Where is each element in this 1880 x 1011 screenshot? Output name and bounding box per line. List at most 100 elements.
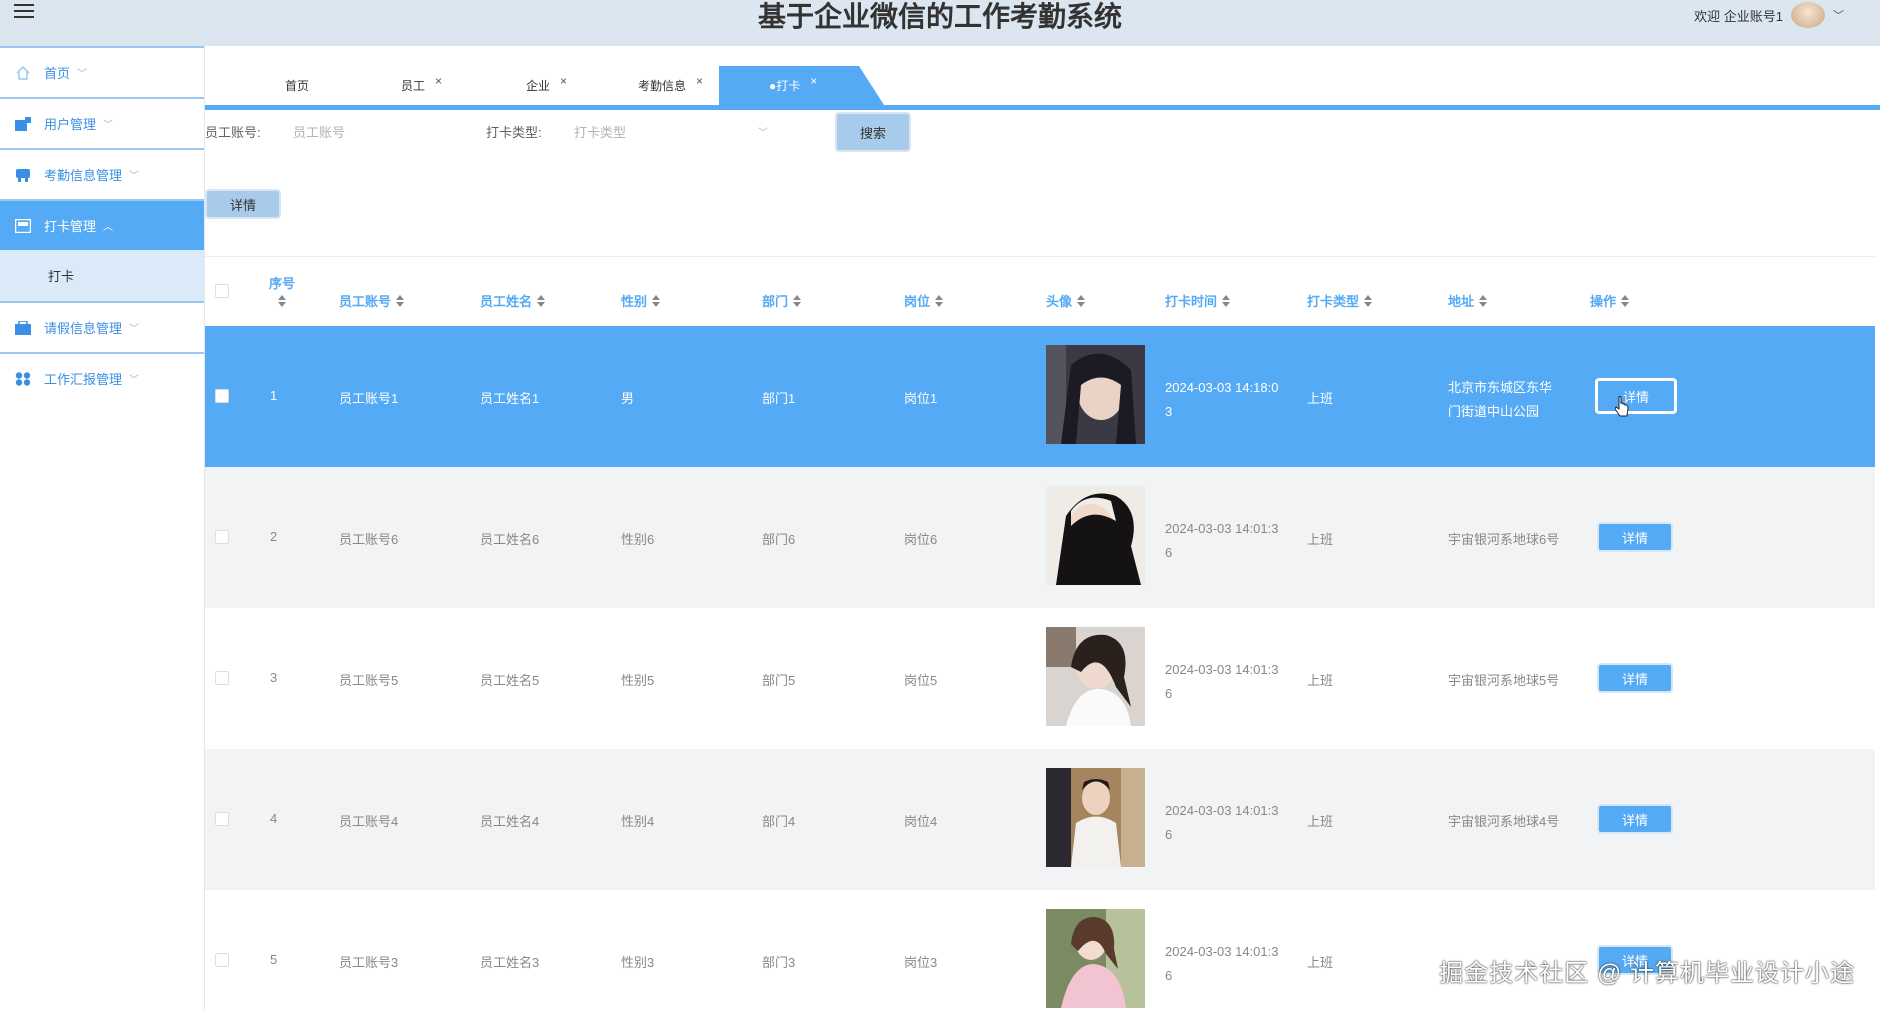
cell-seq: 5 <box>270 952 278 967</box>
watermark: 掘金技术社区 @ 计算机毕业设计小途 <box>1439 960 1855 987</box>
sidebar-item-home[interactable]: 首页 ﹀ <box>0 46 204 97</box>
column-header-action[interactable]: 操作 <box>1590 291 1630 310</box>
sort-icon[interactable] <box>1077 294 1086 307</box>
cell-account: 员工账号6 <box>339 532 399 547</box>
column-header-gender[interactable]: 性别 <box>621 291 661 310</box>
tab-label: 企业 <box>526 79 551 93</box>
cell-address: 北京市东城区东华 门街道中山公园 <box>1448 380 1553 419</box>
leave-icon <box>15 320 31 335</box>
column-header-photo[interactable]: 头像 <box>1046 291 1086 310</box>
tab-attendance-info[interactable]: 考勤信息 × <box>638 66 703 105</box>
cell-name: 员工姓名6 <box>480 532 540 547</box>
sort-icon[interactable] <box>396 294 405 307</box>
row-checkbox[interactable] <box>215 812 229 826</box>
search-bar: 员工账号: 打卡类型: ﹀ 搜索 <box>205 112 1880 152</box>
type-label: 打卡类型: <box>486 125 542 140</box>
close-icon[interactable]: × <box>696 74 703 88</box>
tab-bar: 首页 员工 × 企业 × 考勤信息 × ●打卡 × <box>205 46 1880 110</box>
row-detail-button[interactable]: 详情 <box>1597 663 1673 693</box>
row-detail-button[interactable]: 详情 <box>1595 378 1677 414</box>
tab-employee[interactable]: 员工 × <box>401 66 442 105</box>
table-row[interactable]: 2 员工账号6 员工姓名6 性别6 部门6 岗位6 2024-03-03 14:… <box>205 467 1875 608</box>
cell-post: 岗位6 <box>904 532 938 547</box>
search-button[interactable]: 搜索 <box>835 112 911 152</box>
sort-icon[interactable] <box>1479 294 1488 307</box>
column-header-seq[interactable]: 序号 <box>269 273 295 307</box>
cell-dept: 部门5 <box>762 673 796 688</box>
close-icon[interactable]: × <box>810 74 817 88</box>
column-header-account[interactable]: 员工账号 <box>339 291 405 310</box>
column-header-time[interactable]: 打卡时间 <box>1165 291 1231 310</box>
cell-name: 员工姓名1 <box>480 391 540 406</box>
sort-icon[interactable] <box>1621 294 1630 307</box>
sort-icon[interactable] <box>793 294 802 307</box>
sidebar-subitem-clock-in[interactable]: 打卡 <box>0 250 204 301</box>
sidebar-item-clock-in-manage[interactable]: 打卡管理 ︿ <box>0 199 204 250</box>
sort-icon[interactable] <box>537 294 546 307</box>
tab-clock-in[interactable]: ●打卡 × <box>719 66 884 105</box>
column-header-address[interactable]: 地址 <box>1448 291 1488 310</box>
sidebar-item-attendance[interactable]: 考勤信息管理 ﹀ <box>0 148 204 199</box>
sidebar-item-label: 请假信息管理 <box>44 321 123 336</box>
cell-seq: 2 <box>270 529 278 544</box>
clock-in-table: 序号 员工账号 员工姓名 性别 部门 岗位 头像 打卡时间 打卡类型 地址 操作… <box>205 256 1875 1011</box>
cell-account: 员工账号3 <box>339 955 399 970</box>
cell-post: 岗位1 <box>904 391 938 406</box>
column-label: 地址 <box>1448 294 1475 309</box>
row-detail-button[interactable]: 详情 <box>1597 804 1673 834</box>
row-checkbox[interactable] <box>215 389 229 403</box>
chevron-down-icon: ﹀ <box>129 171 140 182</box>
report-icon <box>15 371 31 386</box>
cell-account: 员工账号4 <box>339 814 399 829</box>
row-checkbox[interactable] <box>215 671 229 685</box>
tab-company[interactable]: 企业 × <box>526 66 567 105</box>
close-icon[interactable]: × <box>435 74 442 88</box>
tab-label: ●打卡 <box>769 79 801 93</box>
sort-icon[interactable] <box>1364 294 1373 307</box>
chevron-down-icon[interactable]: ﹀ <box>758 124 768 139</box>
chevron-down-icon: ﹀ <box>129 375 140 386</box>
sidebar-item-leave[interactable]: 请假信息管理 ﹀ <box>0 301 204 352</box>
column-header-dept[interactable]: 部门 <box>762 291 802 310</box>
table-row[interactable]: 4 员工账号4 员工姓名4 性别4 部门4 岗位4 2024-03-03 14:… <box>205 749 1875 890</box>
tab-label: 首页 <box>285 79 310 93</box>
row-checkbox[interactable] <box>215 530 229 544</box>
sort-icon[interactable] <box>935 294 944 307</box>
sidebar-item-label: 用户管理 <box>44 117 97 132</box>
sort-icon[interactable] <box>652 294 661 307</box>
row-checkbox[interactable] <box>215 953 229 967</box>
sidebar: 首页 ﹀ 用户管理 ﹀ 考勤信息管理 ﹀ 打卡管理 ︿ 打卡 请假信息管理 ﹀ … <box>0 46 205 1011</box>
sidebar-item-label: 首页 <box>44 66 71 81</box>
row-detail-button[interactable]: 详情 <box>1597 522 1673 552</box>
sidebar-item-user-manage[interactable]: 用户管理 ﹀ <box>0 97 204 148</box>
table-row[interactable]: 3 员工账号5 员工姓名5 性别5 部门5 岗位5 2024-03-03 14:… <box>205 608 1875 749</box>
sort-icon[interactable] <box>1222 294 1231 307</box>
cell-type: 上班 <box>1307 673 1334 688</box>
cell-name: 员工姓名3 <box>480 955 540 970</box>
user-menu[interactable]: 欢迎 企业账号1 ﹀ <box>1694 2 1844 28</box>
detail-button[interactable]: 详情 <box>205 189 281 219</box>
tab-home[interactable]: 首页 <box>285 66 309 105</box>
account-input[interactable] <box>293 118 473 146</box>
chevron-down-icon[interactable]: ﹀ <box>1833 7 1844 23</box>
cell-dept: 部门4 <box>762 814 796 829</box>
cell-account: 员工账号5 <box>339 673 399 688</box>
cell-gender: 性别5 <box>621 673 655 688</box>
table-row[interactable]: 1 员工账号1 员工姓名1 男 部门1 岗位1 2024-03-03 14:18… <box>205 326 1875 467</box>
sidebar-item-report[interactable]: 工作汇报管理 ﹀ <box>0 352 204 403</box>
cell-seq: 3 <box>270 670 278 685</box>
column-label: 员工账号 <box>339 294 392 309</box>
sort-icon[interactable] <box>278 295 286 307</box>
close-icon[interactable]: × <box>560 74 567 88</box>
type-select[interactable] <box>574 118 754 146</box>
cell-seq: 1 <box>270 388 278 403</box>
column-header-post[interactable]: 岗位 <box>904 291 944 310</box>
sidebar-item-label: 考勤信息管理 <box>44 168 123 183</box>
cell-post: 岗位3 <box>904 955 938 970</box>
table-row[interactable]: 5 员工账号3 员工姓名3 性别3 部门3 岗位3 2024-03-03 14:… <box>205 890 1875 1011</box>
avatar[interactable] <box>1791 2 1825 28</box>
column-header-name[interactable]: 员工姓名 <box>480 291 546 310</box>
select-all-checkbox[interactable] <box>215 284 229 298</box>
column-header-type[interactable]: 打卡类型 <box>1307 291 1373 310</box>
table-header: 序号 员工账号 员工姓名 性别 部门 岗位 头像 打卡时间 打卡类型 地址 操作 <box>205 256 1875 326</box>
